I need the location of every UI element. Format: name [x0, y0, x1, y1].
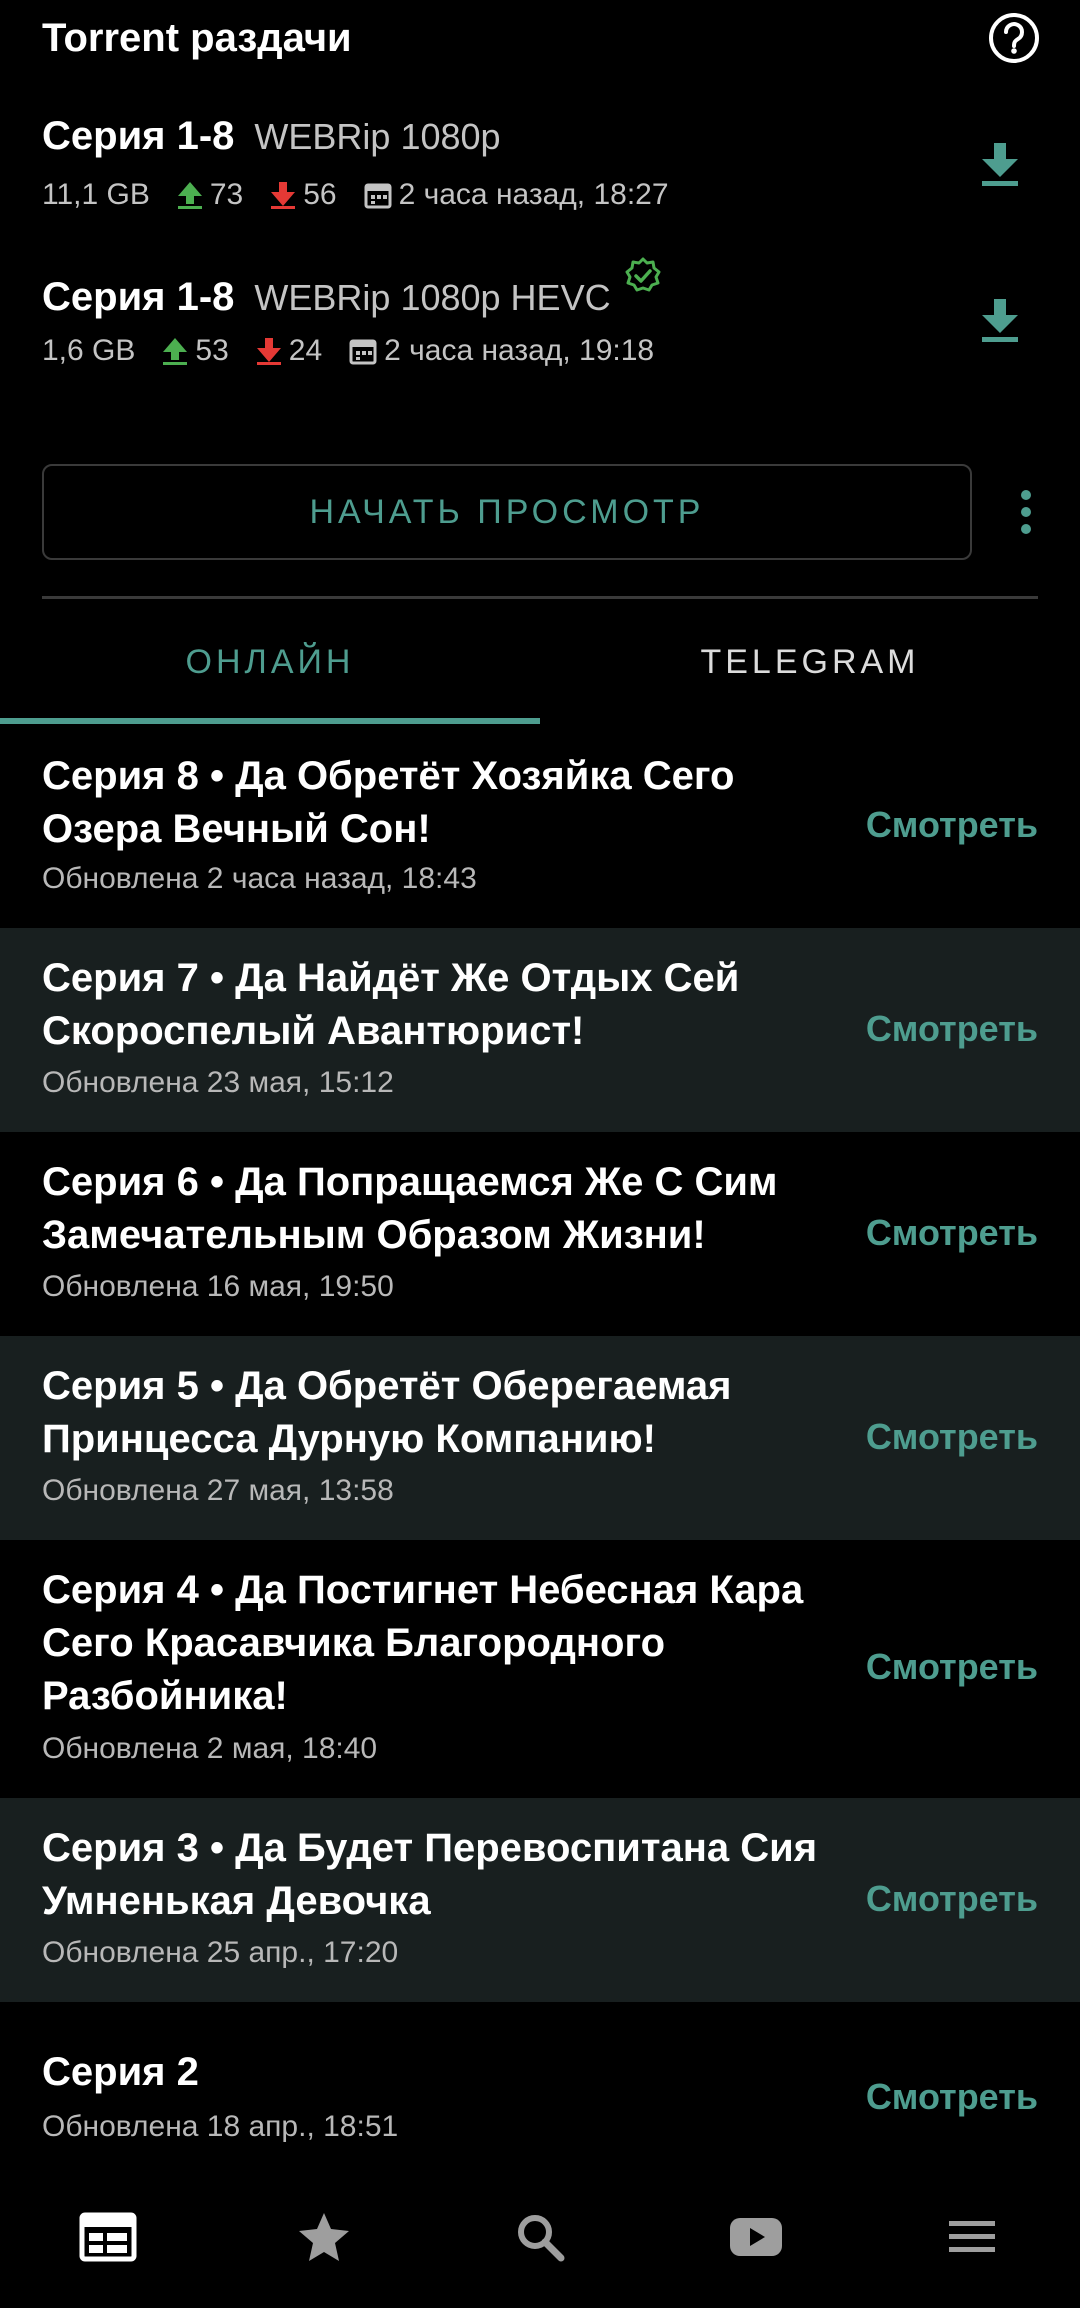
torrent-title-row: Серия 1-8 WEBRip 1080p	[42, 114, 501, 159]
episode-updated: Обновлена 2 мая, 18:40	[42, 1732, 378, 1765]
download-icon[interactable]	[972, 292, 1028, 348]
upload-arrow-icon	[177, 182, 202, 209]
episode-title: Серия 6 • Да Попращаемся Же С Сим Замеча…	[42, 1160, 778, 1257]
torrent-date-text: 2 часа назад, 18:27	[398, 178, 669, 211]
list-item[interactable]: Серия 6 • Да Попращаемся Же С Сим Замеча…	[0, 1132, 1080, 1336]
divider	[42, 596, 1038, 599]
torrent-date: 2 часа назад, 18:27	[363, 178, 669, 212]
torrent-title: Серия 1-8	[42, 275, 235, 319]
seeders-count: 73	[209, 178, 244, 211]
episode-updated: Обновлена 2 часа назад, 18:43	[42, 862, 477, 895]
leechers: 56	[269, 178, 337, 212]
list-item[interactable]: Серия 7 • Да Найдёт Же Отдых Сей Скоросп…	[0, 928, 1080, 1132]
tab-telegram[interactable]: TELEGRAM	[540, 600, 1080, 724]
torrent-title: Серия 1-8	[42, 114, 235, 158]
watch-button[interactable]: Смотреть	[866, 2076, 1038, 2118]
nav-favorites[interactable]	[216, 2166, 432, 2308]
watch-button[interactable]: Смотреть	[866, 1416, 1038, 1458]
episode-title: Серия 2	[42, 2050, 199, 2094]
releases-icon	[79, 2212, 137, 2262]
bottom-nav	[0, 2166, 1080, 2308]
torrent-quality: WEBRip 1080p	[254, 116, 501, 157]
torrent-date-text: 2 часа назад, 19:18	[384, 334, 655, 367]
episode-title: Серия 5 • Да Обретёт Оберегаемая Принцес…	[42, 1364, 732, 1461]
episode-updated: Обновлена 25 апр., 17:20	[42, 1936, 399, 1969]
torrent-item[interactable]: Серия 1-8 WEBRip 1080p HEVC 1,6 GB 53 24…	[0, 234, 1080, 384]
episode-updated: Обновлена 16 мая, 19:50	[42, 1270, 394, 1303]
episode-title: Серия 4 • Да Постигнет Небесная Кара Сег…	[42, 1568, 804, 1718]
star-icon	[299, 2213, 349, 2261]
torrent-item[interactable]: Серия 1-8 WEBRip 1080p 11,1 GB 73 56 2 ч…	[0, 78, 1080, 228]
tab-bar: ОНЛАЙН TELEGRAM	[0, 600, 1080, 724]
leechers-count: 56	[303, 178, 337, 211]
episode-title: Серия 7 • Да Найдёт Же Отдых Сей Скоросп…	[42, 956, 740, 1053]
torrent-meta: 11,1 GB 73 56 2 часа назад, 18:27	[42, 178, 669, 212]
torrent-title-row: Серия 1-8 WEBRip 1080p HEVC	[42, 257, 663, 320]
youtube-icon	[730, 2218, 782, 2256]
tab-indicator	[0, 718, 540, 724]
episode-title: Серия 8 • Да Обретёт Хозяйка Сего Озера …	[42, 754, 735, 851]
more-vert-icon[interactable]	[1014, 484, 1038, 540]
watch-button[interactable]: Смотреть	[866, 804, 1038, 846]
torrent-meta: 1,6 GB 53 24 2 часа назад, 19:18	[42, 334, 654, 368]
torrent-date: 2 часа назад, 19:18	[348, 334, 654, 368]
nav-search[interactable]	[432, 2166, 648, 2308]
tab-online[interactable]: ОНЛАЙН	[0, 600, 540, 724]
page-title: Torrent раздачи	[42, 15, 352, 60]
help-icon[interactable]	[986, 10, 1042, 66]
nav-menu[interactable]	[864, 2166, 1080, 2308]
watch-button[interactable]: Смотреть	[866, 1008, 1038, 1050]
torrent-quality: WEBRip 1080p HEVC	[254, 277, 611, 318]
calendar-icon	[364, 183, 392, 209]
episode-updated: Обновлена 27 мая, 13:58	[42, 1474, 394, 1507]
torrent-size: 1,6 GB	[42, 334, 136, 367]
start-watching-button[interactable]: НАЧАТЬ ПРОСМОТР	[42, 464, 972, 560]
leechers-count: 24	[288, 334, 323, 367]
verified-icon	[623, 256, 663, 301]
download-arrow-icon	[256, 338, 281, 365]
nav-youtube[interactable]	[648, 2166, 864, 2308]
nav-releases[interactable]	[0, 2166, 216, 2308]
torrent-screen: Torrent раздачи Серия 1-8 WEBRip 1080p 1…	[0, 0, 1080, 2308]
list-item[interactable]: Серия 3 • Да Будет Перевоспитана Сия Умн…	[0, 1798, 1080, 2002]
seeders-count: 53	[195, 334, 229, 367]
menu-icon	[949, 2221, 995, 2252]
header: Torrent раздачи	[0, 0, 1080, 76]
list-item[interactable]: Серия 5 • Да Обретёт Оберегаемая Принцес…	[0, 1336, 1080, 1540]
watch-button[interactable]: Смотреть	[866, 1212, 1038, 1254]
download-icon[interactable]	[972, 136, 1028, 192]
seeders: 53	[161, 334, 229, 368]
watch-button[interactable]: Смотреть	[866, 1878, 1038, 1920]
episode-updated: Обновлена 23 мая, 15:12	[42, 1066, 394, 1099]
list-item[interactable]: Серия 8 • Да Обретёт Хозяйка Сего Озера …	[0, 726, 1080, 928]
episode-title: Серия 3 • Да Будет Перевоспитана Сия Умн…	[42, 1826, 818, 1923]
watch-button[interactable]: Смотреть	[866, 1646, 1038, 1688]
calendar-icon	[349, 339, 377, 365]
search-icon	[518, 2215, 565, 2262]
leechers: 24	[255, 334, 322, 368]
seeders: 73	[176, 178, 243, 212]
upload-arrow-icon	[163, 338, 188, 365]
torrent-size: 11,1 GB	[42, 178, 150, 211]
download-arrow-icon	[271, 182, 296, 209]
list-item[interactable]: Серия 4 • Да Постигнет Небесная Кара Сег…	[0, 1540, 1080, 1798]
list-item[interactable]: Серия 2 Обновлена 18 апр., 18:51 Смотрет…	[0, 2002, 1080, 2166]
episode-updated: Обновлена 18 апр., 18:51	[42, 2110, 399, 2143]
